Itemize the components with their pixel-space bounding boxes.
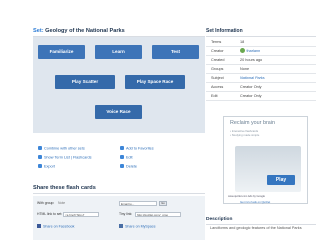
edit-set-label: Edit	[126, 155, 133, 160]
info-value: 20 hours ago	[240, 58, 263, 62]
tiny-link-field[interactable]: http://quizlet.com/_gmo	[135, 212, 181, 217]
learn-button[interactable]: Learn	[95, 45, 142, 59]
set-info-header: Set Information	[206, 26, 316, 37]
export-label: Export	[44, 164, 55, 169]
info-row-terms: Terms 18	[206, 38, 316, 47]
info-value: Creator Only	[240, 94, 262, 98]
creator-name: tharlann	[246, 49, 261, 53]
main-column: Set: Geology of the National Parks Famil…	[33, 26, 205, 240]
remove-ads-link[interactable]: Get rid of ads on Quizlet	[240, 200, 270, 204]
favorite-icon	[120, 146, 124, 150]
add-favorites-link[interactable]: Add to Favorites	[120, 146, 154, 152]
info-row-groups: Groups None	[206, 65, 316, 74]
combine-sets-link[interactable]: Combine with other sets	[38, 146, 85, 152]
export-link[interactable]: Export	[38, 164, 55, 170]
set-info-title: Set Information	[206, 28, 243, 34]
html-link-field[interactable]: <a href='http://	[63, 212, 99, 217]
tiny-link-label: Tiny link:	[119, 212, 133, 216]
info-key: Access	[211, 85, 224, 89]
with-group-value[interactable]: Note	[58, 201, 65, 206]
info-value: None	[240, 67, 250, 71]
info-row-creator: Creator tharlann	[206, 47, 316, 56]
delete-set-link[interactable]: Delete	[120, 164, 137, 170]
info-key: Terms	[211, 40, 222, 44]
facebook-icon	[37, 224, 41, 228]
share-myspace-link[interactable]: Share on MySpace	[119, 224, 156, 230]
ad-phone-image	[235, 146, 301, 192]
list-icon	[38, 155, 42, 159]
info-row-access: Access Creator Only	[206, 83, 316, 92]
voice-race-button[interactable]: Voice Race	[95, 105, 142, 119]
info-key: Groups	[211, 67, 224, 71]
description-title: Description	[206, 217, 233, 222]
share-header: Share these flash cards	[33, 183, 205, 194]
set-title-text: Geology of the National Parks	[45, 28, 125, 34]
info-value: Creator Only	[240, 85, 262, 89]
play-scatter-button[interactable]: Play Scatter	[55, 75, 115, 89]
myspace-icon	[119, 224, 123, 228]
description-text: Landforms and geologic features of the N…	[210, 226, 302, 230]
html-link-label: HTML link to set:	[37, 212, 63, 216]
avatar	[240, 48, 245, 53]
export-icon	[38, 164, 42, 168]
info-key: Creator	[211, 49, 224, 53]
info-row-subject: Subject National Parks	[206, 74, 316, 83]
share-panel: With group: Note Email to... Go HTML lin…	[33, 196, 205, 240]
share-title: Share these flash cards	[33, 185, 96, 191]
subject-link[interactable]: National Parks	[240, 74, 265, 83]
delete-set-label: Delete	[126, 164, 137, 169]
add-favorites-label: Add to Favorites	[126, 146, 154, 151]
info-row-edit: Edit Creator Only	[206, 92, 316, 101]
info-key: Created	[211, 58, 225, 62]
with-group-label: With group:	[37, 201, 55, 205]
email-go-button[interactable]: Go	[159, 201, 167, 206]
test-button[interactable]: Test	[152, 45, 199, 59]
ad-line: • Studying made simple	[230, 133, 260, 137]
combine-icon	[38, 146, 42, 150]
delete-icon	[120, 164, 124, 168]
sidebar: Set Information Terms 18 Creator tharlan…	[205, 26, 320, 240]
ad-title: Reclaim your brain	[230, 120, 275, 126]
familiarize-button[interactable]: Familiarize	[38, 45, 85, 59]
edit-set-link[interactable]: Edit	[120, 155, 133, 161]
email-input[interactable]: Email to...	[119, 201, 157, 206]
info-key: Edit	[211, 94, 218, 98]
study-modes-panel: Familiarize Learn Test Play Scatter Play…	[33, 37, 205, 133]
pencil-icon	[120, 155, 124, 159]
creator-link[interactable]: tharlann	[240, 47, 260, 56]
ad-footer: www.quizlet.com Ads by Google	[228, 195, 265, 198]
info-value: 18	[240, 40, 245, 44]
set-header: Set: Geology of the National Parks	[33, 26, 205, 37]
share-myspace-label: Share on MySpace	[125, 224, 156, 229]
share-facebook-link[interactable]: Share on Facebook	[37, 224, 74, 230]
info-key: Subject	[211, 76, 224, 80]
show-term-list-link[interactable]: Show Term List | Flashcards	[38, 155, 92, 161]
info-row-created: Created 20 hours ago	[206, 56, 316, 65]
set-title: Set: Geology of the National Parks	[33, 26, 205, 36]
ad-banner[interactable]: Reclaim your brain • Interactive flashca…	[223, 116, 308, 204]
set-title-prefix: Set:	[33, 28, 44, 34]
share-facebook-label: Share on Facebook	[43, 224, 75, 229]
show-term-list-label: Show Term List | Flashcards	[44, 155, 92, 160]
play-space-race-button[interactable]: Play Space Race	[125, 75, 185, 89]
ad-play-button[interactable]: Play	[267, 175, 295, 185]
description-header: Description	[206, 215, 316, 225]
combine-sets-label: Combine with other sets	[44, 146, 85, 151]
